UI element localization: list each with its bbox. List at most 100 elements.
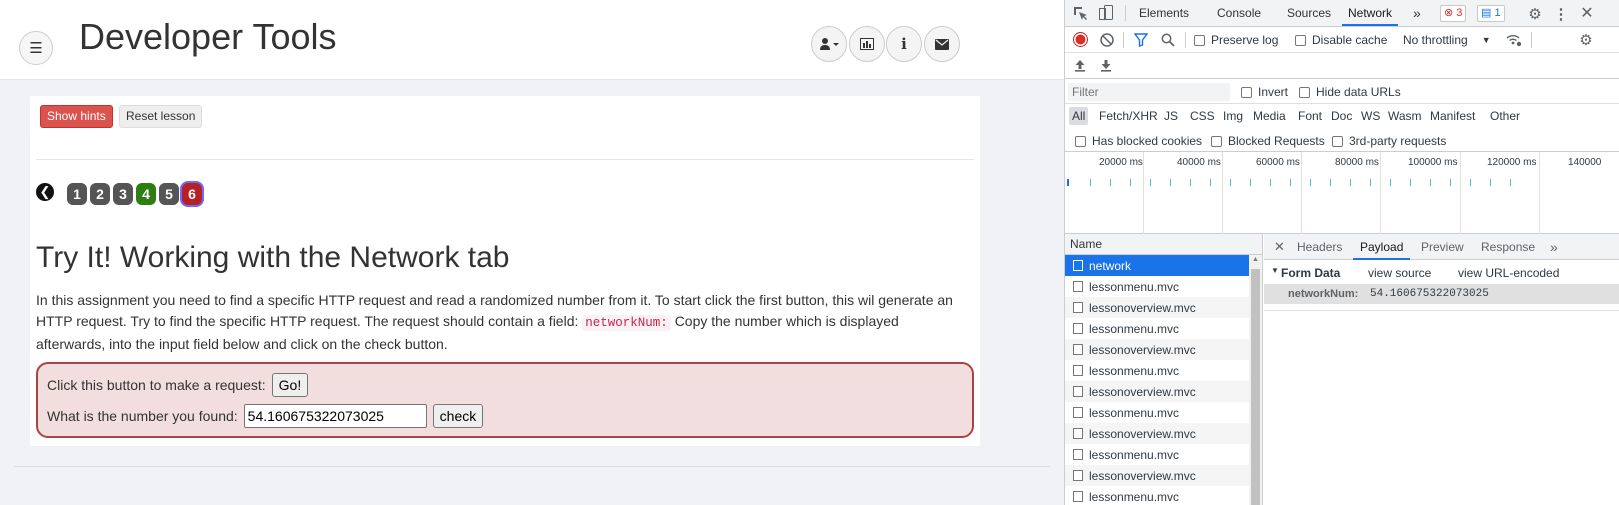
third-party-checkbox[interactable]: 3rd-party requests xyxy=(1332,134,1446,148)
request-row[interactable]: lessonoverview.mvc xyxy=(1065,381,1249,402)
page-link-2[interactable]: 2 xyxy=(90,183,110,205)
request-row[interactable]: lessonmenu.mvc xyxy=(1065,360,1249,381)
invert-checkbox[interactable]: Invert xyxy=(1241,85,1288,99)
request-row[interactable]: lessonmenu.mvc xyxy=(1065,444,1249,465)
timeline-request-mark xyxy=(1410,179,1411,186)
customize-menu-button[interactable]: ⋮ xyxy=(1552,5,1570,23)
type-filter-css[interactable]: CSS xyxy=(1187,107,1218,125)
request-row[interactable]: lessonmenu.mvc xyxy=(1065,486,1249,505)
toolbar-separator xyxy=(1123,32,1124,48)
more-tabs-button[interactable]: » xyxy=(1413,0,1421,26)
timeline-gridline xyxy=(1301,152,1302,234)
timeline-request-mark xyxy=(1390,179,1391,186)
hamburger-menu-button[interactable]: ☰ xyxy=(19,31,53,65)
request-row[interactable]: lessonoverview.mvc xyxy=(1065,423,1249,444)
hamburger-icon: ☰ xyxy=(29,40,43,57)
type-filter-all[interactable]: All xyxy=(1069,107,1089,125)
name-column-header[interactable]: Name xyxy=(1065,234,1262,255)
request-row[interactable]: lessonoverview.mvc xyxy=(1065,465,1249,486)
timeline-overview[interactable]: 20000 ms 40000 ms 60000 ms 80000 ms 1000… xyxy=(1065,152,1619,234)
tab-console[interactable]: Console xyxy=(1217,0,1261,26)
filter-toggle-button[interactable] xyxy=(1133,32,1149,48)
report-card-button[interactable] xyxy=(849,26,885,62)
about-button[interactable]: i xyxy=(886,26,922,62)
checkbox-box xyxy=(1295,34,1306,46)
tab-network[interactable]: Network xyxy=(1342,0,1399,26)
export-har-button[interactable] xyxy=(1099,57,1113,73)
view-source-link[interactable]: view source xyxy=(1368,266,1431,280)
request-row[interactable]: lessonoverview.mvc xyxy=(1065,339,1249,360)
blocked-requests-checkbox[interactable]: Blocked Requests xyxy=(1211,134,1325,148)
blocked-requests-label: Blocked Requests xyxy=(1228,134,1325,148)
type-filter-ws[interactable]: WS xyxy=(1358,107,1383,125)
number-input[interactable] xyxy=(243,404,427,428)
tab-elements[interactable]: Elements xyxy=(1139,0,1189,26)
type-filter-doc[interactable]: Doc xyxy=(1328,107,1355,125)
filter-input[interactable] xyxy=(1068,83,1230,101)
go-button[interactable]: Go! xyxy=(271,373,309,397)
network-conditions-button[interactable] xyxy=(1505,32,1523,48)
request-row[interactable]: lessonmenu.mvc xyxy=(1065,318,1249,339)
show-hints-button[interactable]: Show hints xyxy=(40,105,113,128)
request-row[interactable]: lessonmenu.mvc xyxy=(1065,402,1249,423)
funnel-icon xyxy=(1134,33,1148,47)
footer-divider xyxy=(14,466,1050,467)
disable-cache-checkbox[interactable]: Disable cache xyxy=(1295,33,1387,47)
search-button[interactable] xyxy=(1160,32,1176,48)
throttling-select[interactable]: No throttling ▼ xyxy=(1403,33,1491,47)
messages-badge[interactable]: ▤ 1 xyxy=(1477,5,1505,22)
view-url-encoded-link[interactable]: view URL-encoded xyxy=(1458,266,1559,280)
contact-button[interactable] xyxy=(924,26,960,62)
type-filter-other[interactable]: Other xyxy=(1487,107,1523,125)
scrollbar-thumb[interactable] xyxy=(1251,269,1260,505)
user-menu-button[interactable] xyxy=(811,26,847,62)
reset-lesson-button[interactable]: Reset lesson xyxy=(119,105,203,128)
request-list-scrollbar[interactable]: ▲ xyxy=(1249,255,1262,505)
gear-icon: ⚙ xyxy=(1579,32,1593,49)
close-devtools-button[interactable]: ✕ xyxy=(1578,4,1596,22)
previous-page-button[interactable]: ❮ xyxy=(36,183,54,201)
tab-sources[interactable]: Sources xyxy=(1287,0,1331,26)
preserve-log-checkbox[interactable]: Preserve log xyxy=(1194,33,1278,47)
disable-cache-label: Disable cache xyxy=(1312,33,1388,47)
request-row[interactable]: network xyxy=(1065,255,1249,276)
close-icon: ✕ xyxy=(1580,5,1594,22)
tab-payload[interactable]: Payload xyxy=(1353,234,1411,260)
blocked-cookies-checkbox[interactable]: Has blocked cookies xyxy=(1075,134,1202,148)
user-icon xyxy=(820,38,839,50)
answer-row: What is the number you found: check xyxy=(47,404,484,428)
file-icon xyxy=(1073,260,1083,271)
more-detail-tabs-button[interactable]: » xyxy=(1550,234,1558,260)
request-label: Click this button to make a request: xyxy=(47,377,266,393)
page-link-5[interactable]: 5 xyxy=(159,183,179,205)
request-row[interactable]: lessonmenu.mvc xyxy=(1065,276,1249,297)
page-link-4[interactable]: 4 xyxy=(136,183,156,205)
page-link-1[interactable]: 1 xyxy=(67,183,87,205)
inspect-element-button[interactable] xyxy=(1071,4,1089,22)
tab-response[interactable]: Response xyxy=(1481,234,1535,260)
page-link-6[interactable]: 6 xyxy=(182,183,202,205)
import-har-button[interactable] xyxy=(1073,57,1087,73)
page-link-3[interactable]: 3 xyxy=(113,183,133,205)
clear-button[interactable] xyxy=(1099,32,1114,47)
device-toolbar-button[interactable] xyxy=(1097,4,1115,22)
type-filter-img[interactable]: Img xyxy=(1220,107,1246,125)
file-icon xyxy=(1073,449,1083,460)
request-row[interactable]: lessonoverview.mvc xyxy=(1065,297,1249,318)
type-filter-manifest[interactable]: Manifest xyxy=(1427,107,1478,125)
network-settings-button[interactable]: ⚙ xyxy=(1577,31,1595,49)
errors-badge[interactable]: ⊗ 3 xyxy=(1440,5,1467,22)
type-filter-font[interactable]: Font xyxy=(1295,107,1325,125)
check-button[interactable]: check xyxy=(432,404,484,428)
type-filter-media[interactable]: Media xyxy=(1250,107,1289,125)
type-filter-wasm[interactable]: Wasm xyxy=(1385,107,1425,125)
type-filter-js[interactable]: JS xyxy=(1161,107,1181,125)
tab-headers[interactable]: Headers xyxy=(1297,234,1342,260)
settings-button[interactable]: ⚙ xyxy=(1526,5,1544,23)
type-filter-fetch-xhr[interactable]: Fetch/XHR xyxy=(1096,107,1161,125)
form-data-section-header[interactable]: ▼ Form Data view source view URL-encoded xyxy=(1264,260,1619,284)
tab-preview[interactable]: Preview xyxy=(1421,234,1464,260)
record-button[interactable] xyxy=(1073,32,1088,47)
close-detail-button[interactable]: ✕ xyxy=(1274,234,1285,260)
hide-data-urls-checkbox[interactable]: Hide data URLs xyxy=(1299,85,1401,99)
